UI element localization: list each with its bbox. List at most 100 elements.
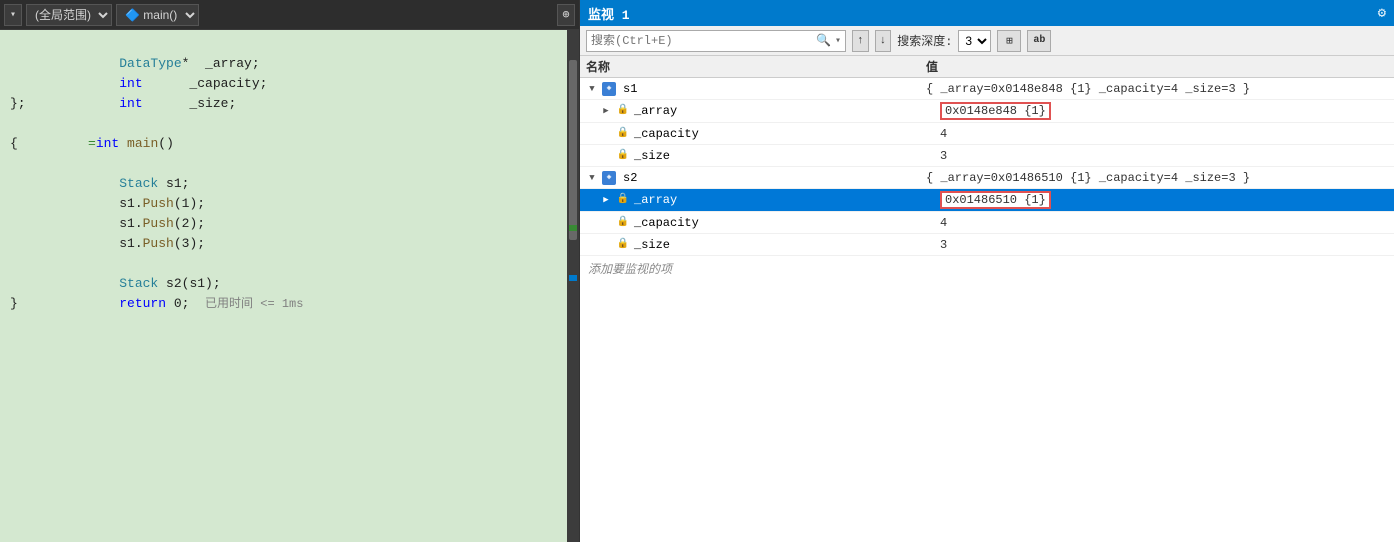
title-icons: ⚙ [1378, 5, 1386, 22]
watch-row-s1-size[interactable]: 🔒 _size 3 [580, 145, 1394, 167]
code-body: DataType* _array; int _capacity; int _si… [0, 30, 579, 542]
pin-btn[interactable]: ⊕ [557, 4, 575, 26]
search-icon: 🔍 [816, 33, 831, 48]
watch-row-s1-array-name: ▶ 🔒 _array [600, 104, 940, 118]
search-down-btn[interactable]: ↓ [875, 30, 892, 52]
watch-table: ▼ ◈ s1 { _array=0x0148e848 {1} _capacity… [580, 78, 1394, 542]
header-value-col: 值 [926, 58, 1388, 75]
s2-array-label: _array [634, 193, 677, 207]
code-toolbar: ▾ (全局范围) 🔷 main() ⊕ [0, 0, 579, 30]
watch-table-header: 名称 值 [580, 56, 1394, 78]
type-stack-1: Stack [119, 176, 158, 191]
expand-arrow-s2[interactable]: ▼ [586, 172, 598, 184]
s1-capacity-label: _capacity [634, 127, 699, 141]
kw-int-main: =int [88, 136, 119, 151]
s2-name-label: s2 [623, 171, 637, 185]
func-push-2: Push [143, 216, 174, 231]
watch-row-s1-name: ▼ ◈ s1 [586, 82, 926, 96]
scrollbar-thumb[interactable] [569, 60, 577, 240]
kw-int-1: int [119, 76, 142, 91]
watch-row-s1-value: { _array=0x0148e848 {1} _capacity=4 _siz… [926, 82, 1388, 96]
watch-row-s2-capacity-value: 4 [940, 216, 1388, 230]
add-watch-row[interactable]: 添加要监视的项 [580, 256, 1394, 281]
watch-row-s2-array[interactable]: ▶ 🔒 _array 0x01486510 {1} [580, 189, 1394, 212]
search-dropdown-btn[interactable]: ▾ [835, 35, 841, 47]
expand-arrow-s1-size[interactable] [600, 150, 612, 162]
watch-row-s2-name: ▼ ◈ s2 [586, 171, 926, 185]
watch-toolbar: 🔍 ▾ ↑ ↓ 搜索深度: 3 ⊞ ab [580, 26, 1394, 56]
lock-icon-s2-size: 🔒 [616, 238, 630, 252]
pin-watch-btn[interactable]: ⊞ [997, 30, 1021, 52]
code-line: =int main() [10, 114, 563, 134]
watch-row-s1[interactable]: ▼ ◈ s1 { _array=0x0148e848 {1} _capacity… [580, 78, 1394, 100]
lock-icon-s2-capacity: 🔒 [616, 216, 630, 230]
watch-row-s2-array-value: 0x01486510 {1} [940, 191, 1388, 209]
scope-select[interactable]: (全局范围) [26, 4, 112, 26]
watch-row-s1-capacity[interactable]: 🔒 _capacity 4 [580, 123, 1394, 145]
watch-row-s2-size-value: 3 [940, 238, 1388, 252]
code-line: DataType* _array; [10, 34, 563, 54]
watch-row-s2[interactable]: ▼ ◈ s2 { _array=0x01486510 {1} _capacity… [580, 167, 1394, 189]
type-stack-2: Stack [119, 276, 158, 291]
func-select[interactable]: 🔷 main() [116, 4, 199, 26]
code-panel: ▾ (全局范围) 🔷 main() ⊕ DataType* _array; in… [0, 0, 580, 542]
watch-row-s1-capacity-name: 🔒 _capacity [600, 127, 940, 141]
type-datatype: DataType [119, 56, 181, 71]
header-name-col: 名称 [586, 58, 926, 75]
depth-label: 搜索深度: [897, 32, 952, 49]
kw-int-2: int [119, 96, 142, 111]
ab-watch-btn[interactable]: ab [1027, 30, 1051, 52]
watch-row-s2-array-name: ▶ 🔒 _array [600, 193, 940, 207]
code-content: DataType* _array; int _capacity; int _si… [0, 30, 567, 542]
watch-row-s1-size-value: 3 [940, 149, 1388, 163]
lock-icon-s1-capacity: 🔒 [616, 127, 630, 141]
watch-row-s2-value: { _array=0x01486510 {1} _capacity=4 _siz… [926, 171, 1388, 185]
s1-name-label: s1 [623, 82, 637, 96]
func-push-3: Push [143, 236, 174, 251]
watch-title-bar: 监视 1 ⚙ [580, 0, 1394, 26]
s1-array-label: _array [634, 104, 677, 118]
expand-arrow-s1-capacity[interactable] [600, 128, 612, 140]
s2-capacity-label: _capacity [634, 216, 699, 230]
depth-select[interactable]: 3 [958, 30, 991, 52]
watch-row-s1-capacity-value: 4 [940, 127, 1388, 141]
watch-row-s2-size[interactable]: 🔒 _size 3 [580, 234, 1394, 256]
expand-arrow-s1-array[interactable]: ▶ [600, 105, 612, 117]
expand-arrow-s1[interactable]: ▼ [586, 83, 598, 95]
search-input[interactable] [591, 34, 812, 48]
code-line: Stack s1; [10, 154, 563, 174]
scroll-mark [569, 225, 577, 231]
s2-size-label: _size [634, 238, 670, 252]
lock-icon-s1-array: 🔒 [616, 104, 630, 118]
var-icon-s1: ◈ [602, 82, 616, 96]
vertical-scrollbar[interactable] [567, 30, 579, 542]
search-box: 🔍 ▾ [586, 30, 846, 52]
main-container: ▾ (全局范围) 🔷 main() ⊕ DataType* _array; in… [0, 0, 1394, 542]
kw-return: return [119, 296, 166, 311]
s1-size-label: _size [634, 149, 670, 163]
watch-row-s2-capacity[interactable]: 🔒 _capacity 4 [580, 212, 1394, 234]
func-main: main [127, 136, 158, 151]
s2-array-value-highlighted: 0x01486510 {1} [940, 191, 1051, 209]
time-badge: 已用时间 <= 1ms [205, 297, 303, 311]
scope-arrow-btn[interactable]: ▾ [4, 4, 22, 26]
var-icon-s2: ◈ [602, 171, 616, 185]
watch-panel: 监视 1 ⚙ 🔍 ▾ ↑ ↓ 搜索深度: 3 ⊞ ab 名称 值 [580, 0, 1394, 542]
expand-arrow-s2-size[interactable] [600, 239, 612, 251]
search-up-btn[interactable]: ↑ [852, 30, 869, 52]
gear-icon[interactable]: ⚙ [1378, 5, 1386, 22]
watch-row-s1-array-value: 0x0148e848 {1} [940, 102, 1388, 120]
watch-row-s1-array[interactable]: ▶ 🔒 _array 0x0148e848 {1} [580, 100, 1394, 123]
expand-arrow-s2-array[interactable]: ▶ [600, 194, 612, 206]
watch-row-s2-size-name: 🔒 _size [600, 238, 940, 252]
lock-icon-s2-array: 🔒 [616, 193, 630, 207]
watch-row-s2-capacity-name: 🔒 _capacity [600, 216, 940, 230]
lock-icon-s1-size: 🔒 [616, 149, 630, 163]
expand-arrow-s2-capacity[interactable] [600, 217, 612, 229]
func-push-1: Push [143, 196, 174, 211]
s1-array-value-highlighted: 0x0148e848 {1} [940, 102, 1051, 120]
watch-row-s1-size-name: 🔒 _size [600, 149, 940, 163]
watch-panel-title: 监视 1 [588, 4, 630, 23]
scroll-mark-blue [569, 275, 577, 281]
code-line: Stack s2(s1); [10, 254, 563, 274]
